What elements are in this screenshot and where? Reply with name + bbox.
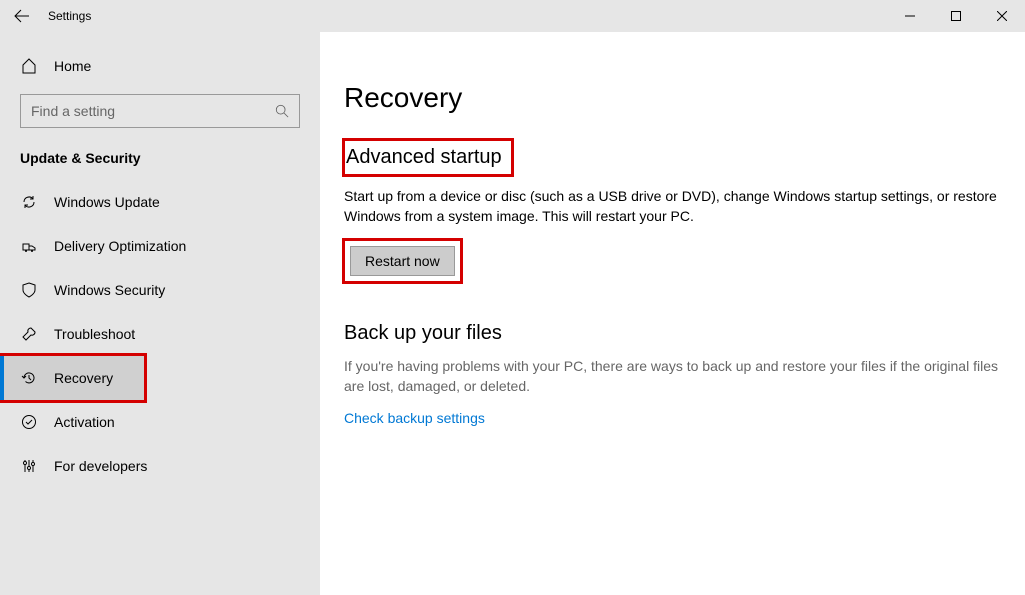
home-icon <box>20 58 38 74</box>
restart-now-button[interactable]: Restart now <box>350 246 455 276</box>
minimize-icon <box>905 11 915 21</box>
wrench-icon <box>20 326 38 342</box>
sliders-icon <box>20 458 38 474</box>
titlebar: Settings <box>0 0 1025 32</box>
back-button[interactable] <box>0 0 44 32</box>
sidebar-item-label: For developers <box>54 458 147 474</box>
window-controls <box>887 0 1025 32</box>
maximize-icon <box>951 11 961 21</box>
sidebar-item-label: Activation <box>54 414 115 430</box>
home-nav[interactable]: Home <box>0 50 320 82</box>
minimize-button[interactable] <box>887 0 933 32</box>
shield-icon <box>20 282 38 298</box>
sidebar-item-for-developers[interactable]: For developers <box>0 444 320 488</box>
page-title: Recovery <box>344 82 1001 114</box>
sidebar-nav: Windows Update Delivery Optimization Win… <box>0 180 320 488</box>
window-title: Settings <box>48 9 91 23</box>
advanced-startup-description: Start up from a device or disc (such as … <box>344 187 1001 226</box>
check-circle-icon <box>20 414 38 430</box>
close-button[interactable] <box>979 0 1025 32</box>
backup-description: If you're having problems with your PC, … <box>344 357 1001 396</box>
backup-section: Back up your files If you're having prob… <box>344 322 1001 428</box>
restart-now-highlight: Restart now <box>344 240 461 282</box>
search-box[interactable] <box>20 94 300 128</box>
sidebar-item-label: Delivery Optimization <box>54 238 186 254</box>
search-icon <box>275 104 289 118</box>
history-icon <box>20 370 38 386</box>
content-area: Recovery Advanced startup Start up from … <box>320 32 1025 595</box>
category-header: Update & Security <box>0 146 320 180</box>
check-backup-settings-link[interactable]: Check backup settings <box>344 410 485 426</box>
delivery-icon <box>20 238 38 254</box>
sidebar: Home Update & Security Windows Update De… <box>0 32 320 595</box>
sidebar-item-label: Windows Update <box>54 194 160 210</box>
sidebar-item-label: Recovery <box>54 370 113 386</box>
search-input[interactable] <box>31 103 275 119</box>
sidebar-item-windows-security[interactable]: Windows Security <box>0 268 320 312</box>
home-label: Home <box>54 58 91 74</box>
sidebar-item-label: Windows Security <box>54 282 165 298</box>
close-icon <box>997 11 1007 21</box>
sidebar-item-troubleshoot[interactable]: Troubleshoot <box>0 312 320 356</box>
sidebar-item-activation[interactable]: Activation <box>0 400 320 444</box>
sync-icon <box>20 194 38 210</box>
advanced-startup-title: Advanced startup <box>344 140 512 175</box>
advanced-startup-section: Advanced startup Start up from a device … <box>344 140 1001 282</box>
sidebar-item-label: Troubleshoot <box>54 326 135 342</box>
sidebar-item-recovery[interactable]: Recovery <box>0 356 144 400</box>
sidebar-item-windows-update[interactable]: Windows Update <box>0 180 320 224</box>
maximize-button[interactable] <box>933 0 979 32</box>
sidebar-item-delivery-optimization[interactable]: Delivery Optimization <box>0 224 320 268</box>
backup-title: Back up your files <box>344 322 502 345</box>
arrow-left-icon <box>14 8 30 24</box>
